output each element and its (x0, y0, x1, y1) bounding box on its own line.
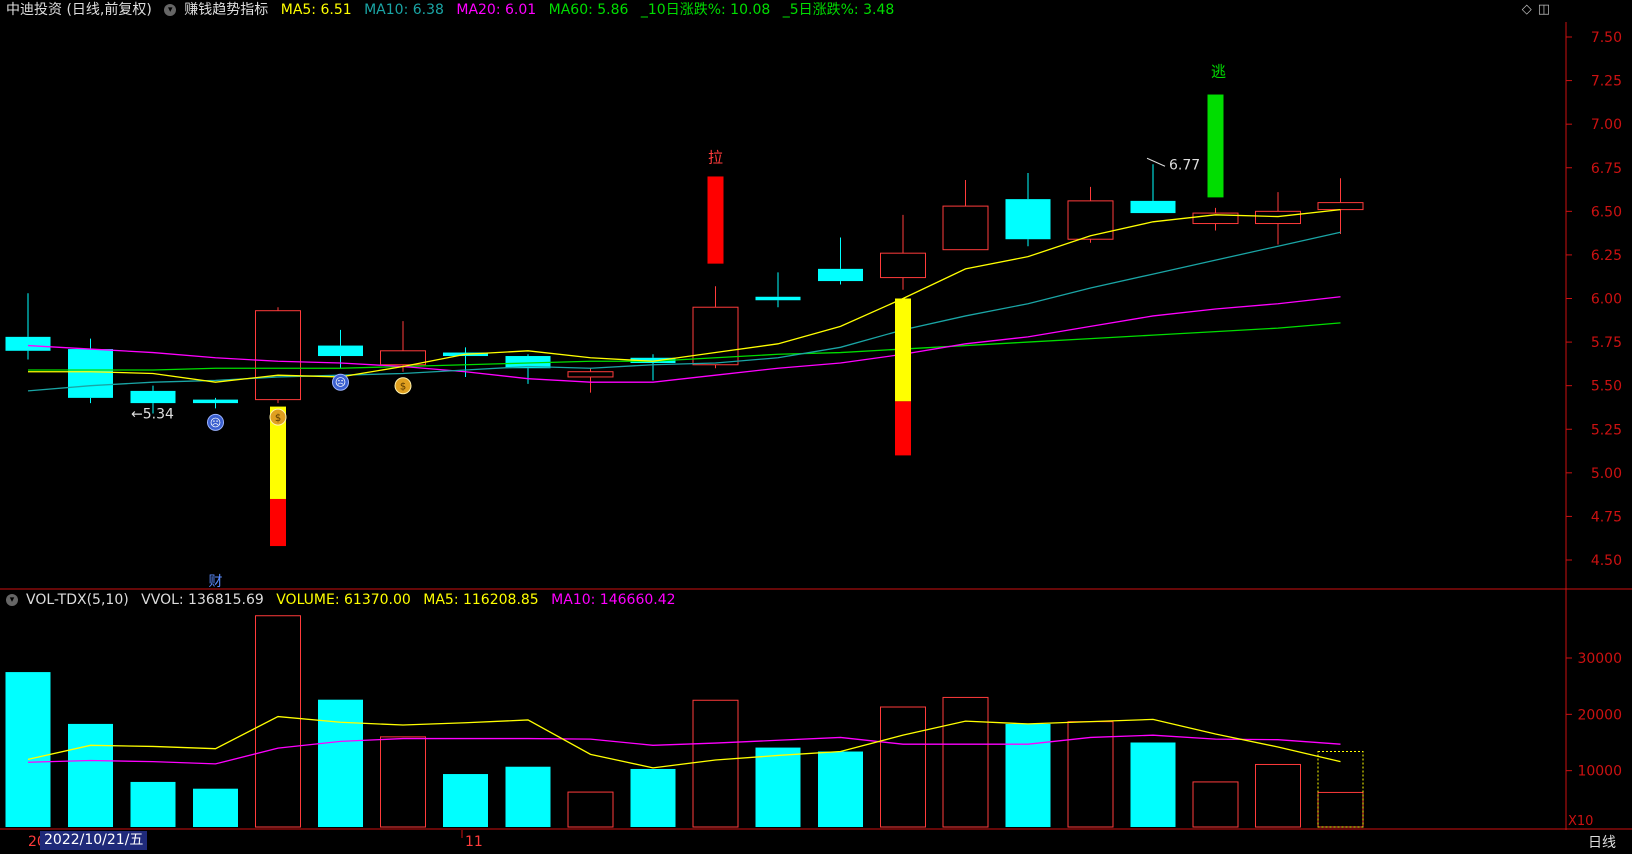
candle-body (5, 336, 51, 351)
candle-body (880, 252, 926, 279)
candle-body (193, 399, 238, 404)
candle-body (1317, 202, 1364, 211)
candle-body (818, 268, 863, 282)
volume-bar (255, 615, 301, 828)
candle-body (255, 310, 301, 401)
signal-bar (895, 401, 911, 456)
price-tick-label: 5.75 (1591, 335, 1622, 351)
volume-bar (443, 774, 488, 827)
price-tick-label: 5.50 (1591, 379, 1622, 395)
volume-bar (1130, 742, 1176, 827)
marker-cai: 财 (209, 574, 223, 590)
candle-body (68, 349, 113, 398)
price-tick-label: 7.50 (1591, 30, 1622, 46)
money-bag-glyph: $ (275, 413, 281, 424)
candle-body (318, 345, 363, 357)
price-tick-label: 7.00 (1591, 117, 1622, 133)
volume-bar (630, 768, 676, 827)
high-price-pointer (1146, 157, 1166, 167)
volume-tick-label: 20000 (1577, 707, 1622, 723)
stock-chart-window: 中迪投资 (日线,前复权) ▾ 赚钱趋势指标 MA5: 6.51 MA10: 6.… (0, 0, 1632, 854)
signal-bar (895, 298, 911, 402)
volume-bar (1005, 723, 1051, 827)
volume-bar (68, 723, 113, 827)
signal-bar (1207, 94, 1224, 198)
candle-body (755, 296, 801, 301)
price-tick-label: 5.00 (1591, 466, 1622, 482)
volume-bar (755, 747, 801, 827)
volume-bar (942, 696, 989, 828)
price-tick-label: 6.25 (1591, 248, 1622, 264)
signal-bar (270, 498, 286, 547)
sad-face-glyph: ☹ (335, 376, 346, 389)
candle-body (130, 390, 176, 404)
price-tick-label: 6.75 (1591, 161, 1622, 177)
candle-body (567, 371, 614, 378)
time-axis (0, 830, 1632, 854)
volume-bar (505, 766, 551, 827)
volume-bar (380, 736, 426, 828)
ma60-line (28, 322, 1341, 371)
candle-body (1005, 199, 1051, 240)
candle-body (1067, 200, 1114, 240)
crosshair-date-label: 2022/10/21/五 (40, 831, 148, 850)
candle-body (1130, 200, 1176, 214)
volume-bar (5, 672, 51, 827)
candle-body (380, 350, 426, 366)
candle-body (1255, 210, 1301, 225)
volume-tick-label: 30000 (1577, 651, 1622, 667)
volume-bar (818, 751, 863, 827)
ma10-line (27, 231, 1341, 392)
price-tick-label: 6.50 (1591, 204, 1622, 220)
candle-body (942, 205, 989, 251)
volume-bar (567, 791, 614, 828)
candle-body (692, 306, 739, 366)
volume-bar (880, 706, 926, 828)
marker-tao: 逃 (1211, 63, 1226, 81)
period-selector[interactable]: 日线 (1588, 832, 1616, 852)
volume-bar (692, 699, 739, 828)
volume-bar (1317, 791, 1364, 828)
marker-la: 拉 (708, 148, 723, 166)
price-tick-label: 4.50 (1591, 553, 1622, 569)
volume-bar (318, 699, 363, 827)
high-price-label: 6.77 (1169, 157, 1200, 173)
period-label: 日线 (1588, 835, 1616, 851)
volume-tick-label: 10000 (1577, 764, 1622, 780)
signal-bar (707, 176, 724, 264)
ma5-line (28, 208, 1341, 383)
price-tick-label: 7.25 (1591, 74, 1622, 90)
volume-bar (1255, 763, 1301, 828)
ma20-line (27, 296, 1341, 383)
current-volume-marker (1317, 751, 1364, 828)
date-value: 2022/10/21/五 (44, 832, 144, 848)
price-tick-label: 5.25 (1591, 422, 1622, 438)
low-price-label: ←5.34 (131, 407, 174, 423)
sad-face-glyph: ☹ (210, 416, 221, 429)
money-bag-glyph: $ (400, 382, 406, 393)
volume-bar (130, 781, 176, 827)
price-tick-label: 6.00 (1591, 292, 1622, 308)
volume-scale-label: X10 (1568, 814, 1593, 829)
kline-chart[interactable]: 7.50 7.25 7.00 6.75 6.50 6.25 6.00 5.75 5.50 5.25… (0, 0, 1632, 854)
volume-bar (193, 788, 238, 827)
volume-bar (1192, 781, 1239, 828)
price-tick-label: 4.75 (1591, 509, 1622, 525)
